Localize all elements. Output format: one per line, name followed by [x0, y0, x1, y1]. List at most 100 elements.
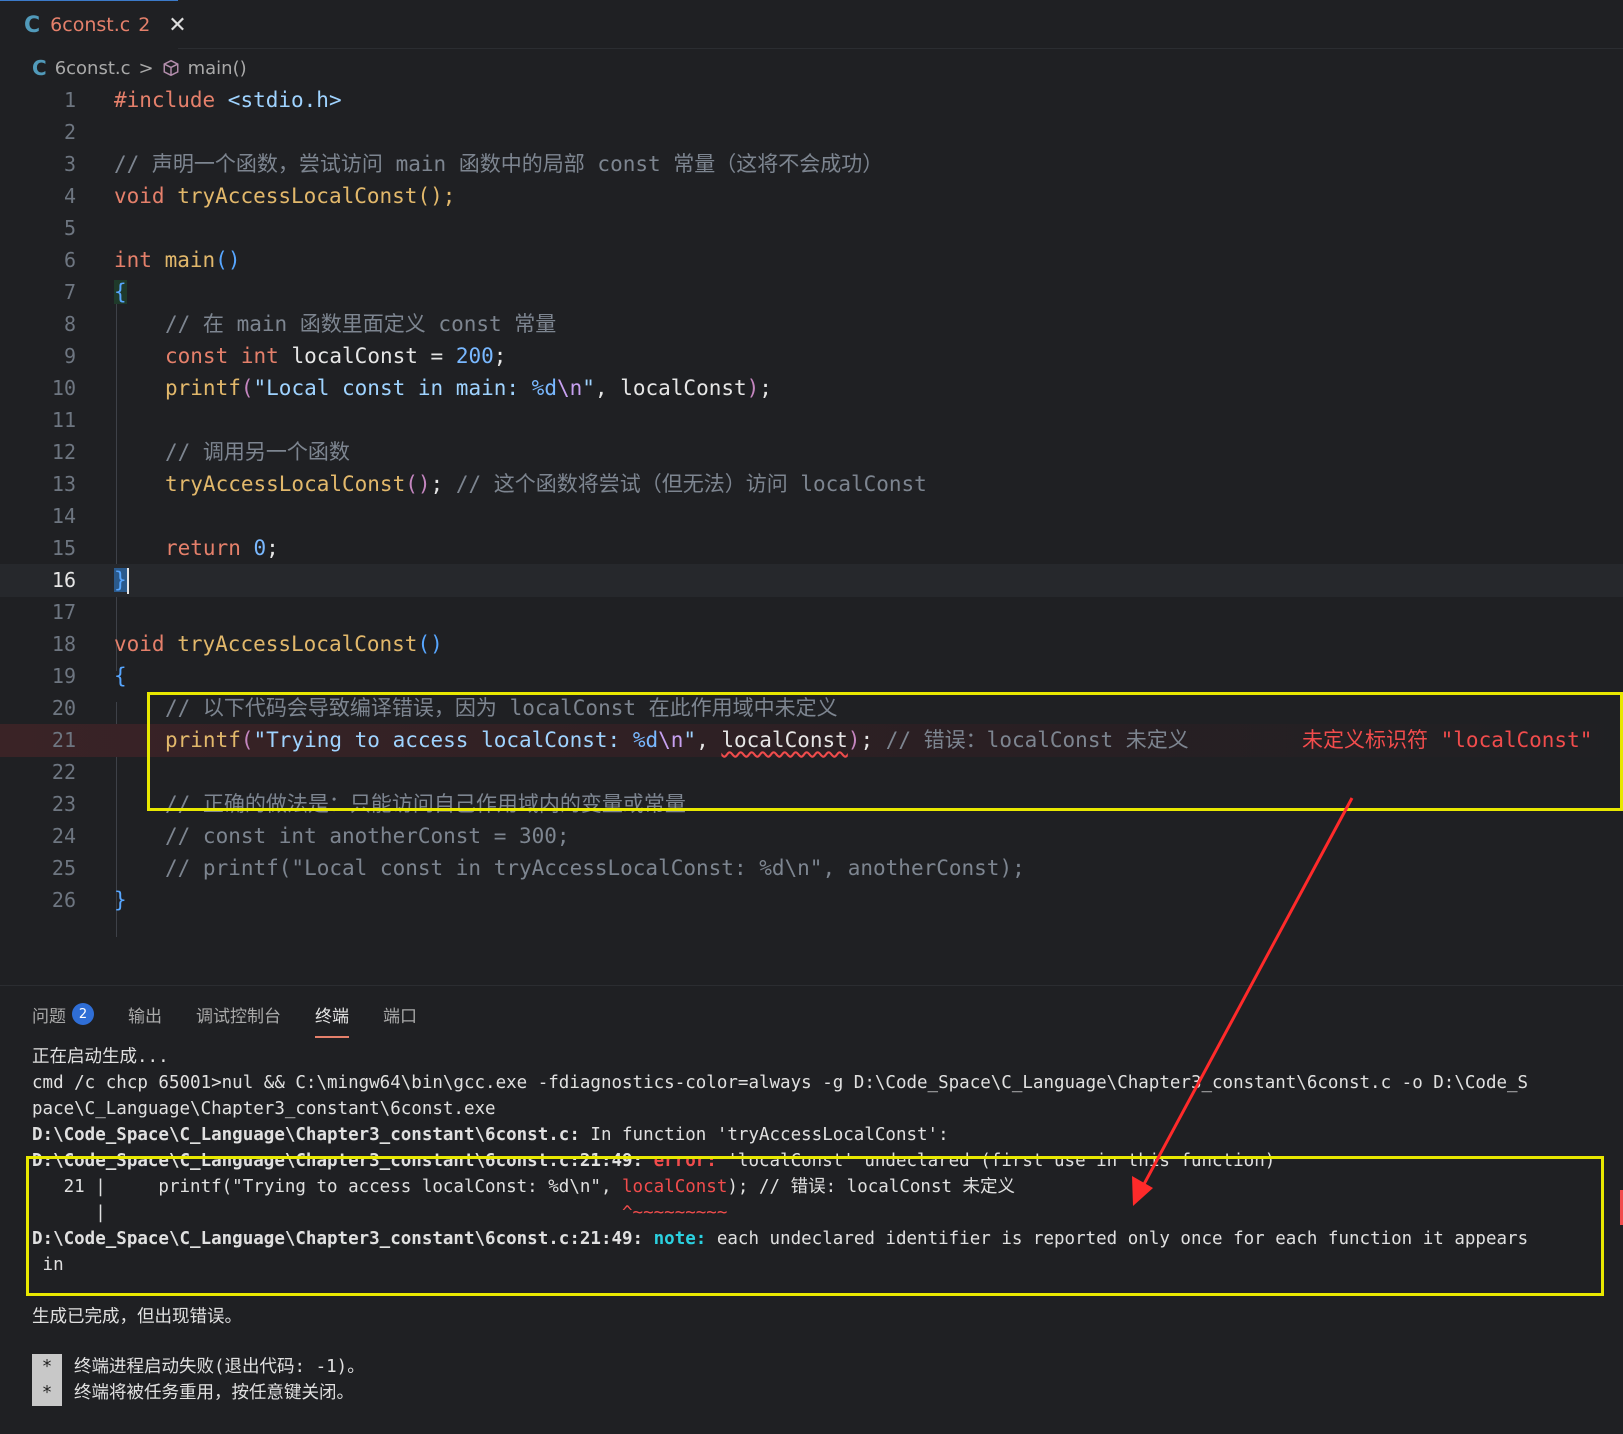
- breadcrumb: C 6const.c > main(): [0, 50, 1623, 86]
- line-number: 9: [63, 344, 76, 368]
- token: ();: [417, 184, 456, 208]
- token: "Local const in main:: [253, 376, 532, 400]
- token: (): [405, 472, 431, 496]
- terminal-line: * 终端将被任务重用，按任意键关闭。: [32, 1380, 354, 1406]
- token: 0: [253, 536, 267, 560]
- code-line-14[interactable]: 14: [0, 500, 1623, 533]
- token: 200: [455, 344, 494, 368]
- line-number: 15: [51, 536, 76, 560]
- line-number: 4: [63, 184, 76, 208]
- code-line-26[interactable]: 26}: [0, 884, 1623, 917]
- highlight-box-editor-error: [147, 692, 1623, 811]
- message: 终端进程启动失败(退出代码: -1)。: [74, 1357, 365, 1377]
- terminal-star-marker: *: [32, 1354, 62, 1380]
- token: return: [165, 536, 241, 560]
- breadcrumb-file[interactable]: 6const.c: [55, 58, 131, 79]
- line-number: 7: [63, 280, 76, 304]
- terminal-line: * 终端进程启动失败(退出代码: -1)。: [32, 1354, 365, 1380]
- code-line-3[interactable]: 3 // 声明一个函数，尝试访问 main 函数中的局部 const 常量（这将不…: [0, 148, 1623, 181]
- comment: // 调用另一个函数: [165, 440, 350, 464]
- token: (: [240, 376, 254, 400]
- comment: // 这个函数将尝试（但无法）访问 localConst: [455, 472, 927, 496]
- tab-label: 端口: [383, 1006, 417, 1027]
- token: tryAccessLocalConst: [165, 472, 406, 496]
- line-number: 24: [51, 824, 76, 848]
- token: int: [114, 248, 152, 272]
- line-number: 20: [51, 696, 76, 720]
- code-line-12[interactable]: 12 // 调用另一个函数: [0, 436, 1623, 469]
- tab-ports[interactable]: 端口: [383, 994, 417, 1034]
- code-line-16[interactable]: 16}: [0, 564, 1623, 597]
- terminal-star-marker: *: [32, 1380, 62, 1406]
- code-line-2[interactable]: 2: [0, 116, 1623, 149]
- terminal-line: cmd /c chcp 65001>nul && C:\mingw64\bin\…: [32, 1073, 1529, 1093]
- line-number: 19: [51, 664, 76, 688]
- message: In function 'tryAccessLocalConst':: [579, 1125, 949, 1145]
- tab-6const-c[interactable]: C 6const.c 2 ✕: [0, 0, 187, 49]
- code-line-5[interactable]: 5: [0, 212, 1623, 245]
- line-number: 3: [63, 152, 76, 176]
- tab-problems[interactable]: 问题 2: [32, 994, 94, 1034]
- token: <stdio.h>: [227, 88, 342, 112]
- token: ;: [493, 344, 507, 368]
- token: tryAccessLocalConst: [177, 184, 418, 208]
- comment: // 在 main 函数里面定义 const 常量: [165, 312, 557, 336]
- code-line-4[interactable]: 4 void tryAccessLocalConst();: [0, 180, 1623, 213]
- code-line-25[interactable]: 25 // printf("Local const in tryAccessLoc…: [0, 852, 1623, 885]
- code-line-9[interactable]: 9 const int localConst = 200;: [0, 340, 1623, 373]
- c-file-icon: C: [32, 56, 47, 80]
- tab-filename: 6const.c: [50, 14, 131, 36]
- code-line-7[interactable]: 7{: [0, 276, 1623, 309]
- c-file-icon: C: [24, 12, 41, 38]
- code-line-6[interactable]: 6 int main(): [0, 244, 1623, 277]
- line-number: 6: [63, 248, 76, 272]
- code-line-15[interactable]: 15 return 0;: [0, 532, 1623, 565]
- token: }: [114, 568, 127, 592]
- tab-label: 调试控制台: [196, 1006, 281, 1027]
- terminal-line: pace\C_Language\Chapter3_constant\6const…: [32, 1099, 496, 1119]
- token: ;: [430, 472, 456, 496]
- code-line-1[interactable]: 1 #include <stdio.h>: [0, 84, 1623, 117]
- token: #include: [114, 88, 228, 112]
- line-number: 13: [51, 472, 76, 496]
- terminal-line: 正在启动生成...: [32, 1047, 169, 1067]
- token: , localConst: [594, 376, 747, 400]
- token: const: [165, 344, 229, 368]
- code-line-24[interactable]: 24 // const int anotherConst = 300;: [0, 820, 1623, 853]
- tab-output[interactable]: 输出: [128, 994, 162, 1034]
- code-line-11[interactable]: 11: [0, 404, 1623, 437]
- token: int: [240, 344, 279, 368]
- line-number: 14: [51, 504, 76, 528]
- code-editor[interactable]: 1 #include <stdio.h> 2 3 // 声明一个函数，尝试访问 ma…: [0, 84, 1623, 984]
- close-icon[interactable]: ✕: [168, 13, 186, 38]
- file-path: D:\Code_Space\C_Language\Chapter3_consta…: [32, 1125, 580, 1145]
- method-cube-icon: [163, 59, 179, 77]
- message: 终端将被任务重用，按任意键关闭。: [74, 1383, 354, 1403]
- terminal-line: D:\Code_Space\C_Language\Chapter3_consta…: [32, 1122, 949, 1148]
- token: ;: [759, 376, 772, 400]
- code-line-17[interactable]: 17: [0, 596, 1623, 629]
- breadcrumb-symbol[interactable]: main(): [188, 58, 247, 79]
- token: }: [114, 888, 127, 912]
- token: void: [114, 184, 165, 208]
- token: void: [114, 632, 165, 656]
- code-line-19[interactable]: 19 {: [0, 660, 1623, 693]
- code-line-10[interactable]: 10 printf("Local const in main: %d\n", lo…: [0, 372, 1623, 405]
- code-line-13[interactable]: 13 tryAccessLocalConst(); // 这个函数将尝试（但无法）…: [0, 468, 1623, 501]
- token: ): [746, 376, 760, 400]
- line-number: 12: [51, 440, 76, 464]
- tab-terminal[interactable]: 终端: [315, 994, 349, 1038]
- code-line-18[interactable]: 18 void tryAccessLocalConst(): [0, 628, 1623, 661]
- token: localConst =: [278, 344, 456, 368]
- line-number: 18: [51, 632, 76, 656]
- line-number: 2: [63, 120, 76, 144]
- code-line-8[interactable]: 8 // 在 main 函数里面定义 const 常量: [0, 308, 1623, 341]
- problems-count-badge: 2: [72, 1003, 94, 1025]
- line-number: 17: [51, 600, 76, 624]
- tab-debug-console[interactable]: 调试控制台: [196, 994, 281, 1034]
- token: (): [417, 632, 443, 656]
- tab-label: 问题: [32, 1006, 66, 1027]
